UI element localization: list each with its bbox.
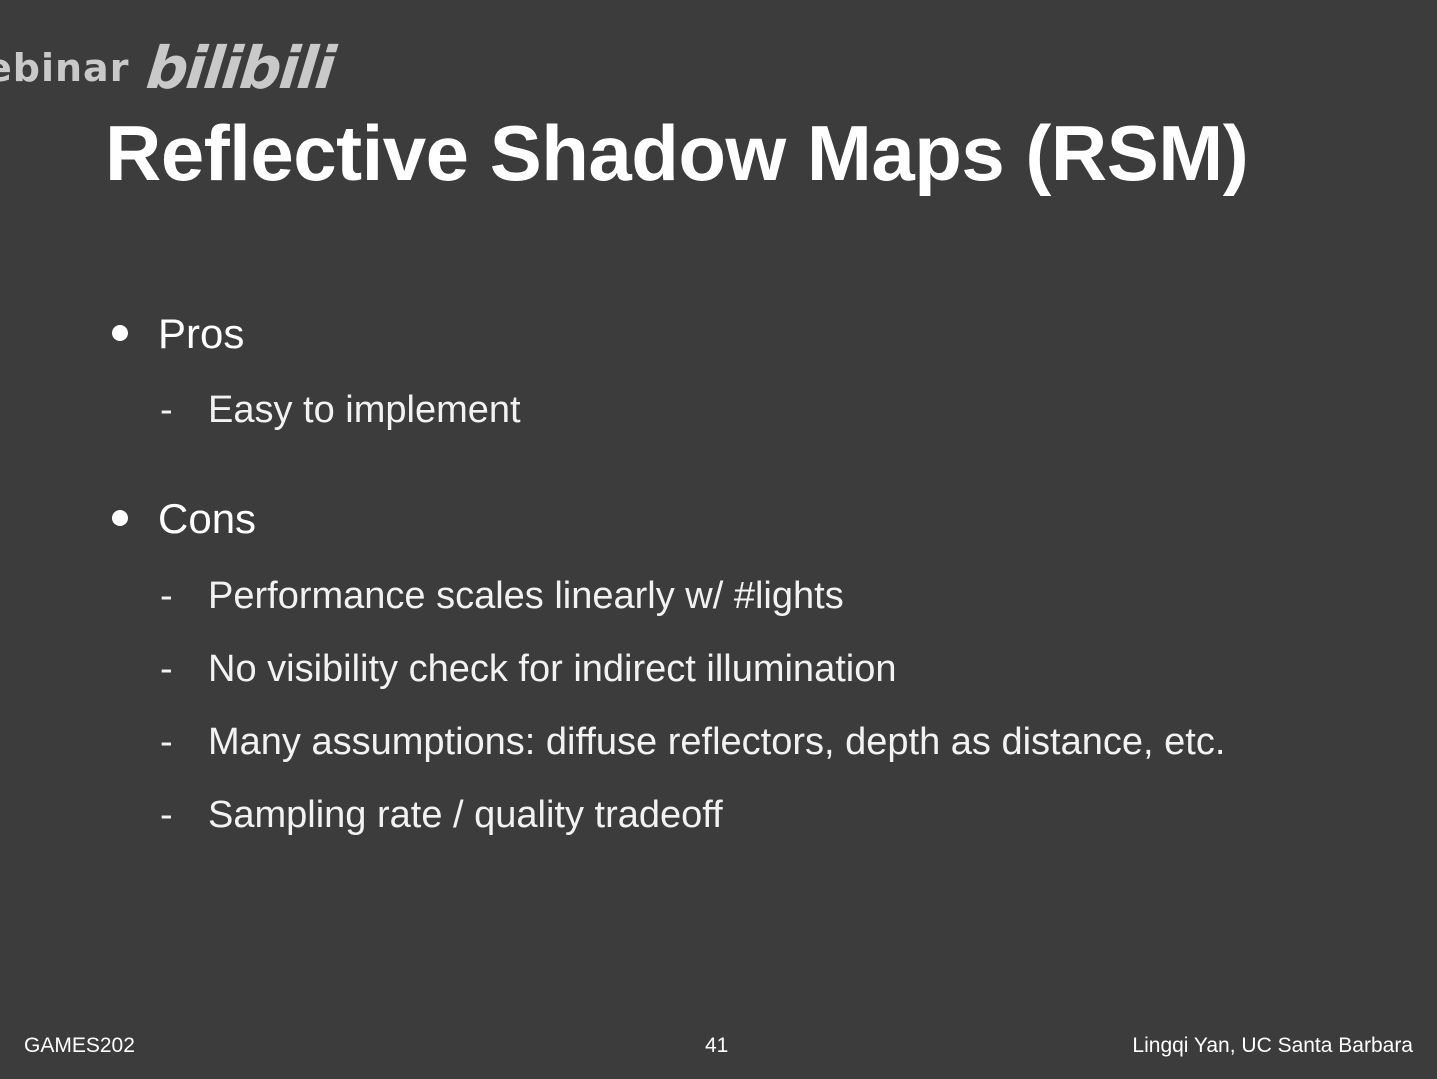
footer-page-number: 41 (705, 1034, 729, 1057)
dash-marker: - (160, 794, 173, 836)
sub-item: - No visibility check for indirect illumi… (160, 648, 896, 691)
footer-author: Lingqi Yan, UC Santa Barbara (1132, 1034, 1413, 1057)
sub-item-text: Performance scales linearly w/ #lights (208, 575, 844, 617)
dash-marker: - (160, 575, 173, 617)
bullet-dot-icon (112, 324, 128, 341)
bullet-dot-icon (112, 509, 128, 526)
dash-marker: - (160, 389, 173, 431)
bullet-cons: Cons (112, 495, 256, 543)
bilibili-logo-icon: bilibili (143, 33, 338, 102)
dash-marker: - (160, 648, 173, 690)
footer-course: GAMES202 (24, 1034, 135, 1057)
slide-title: Reflective Shadow Maps (RSM) (105, 109, 1249, 197)
bilibili-watermark: ebinar bilibili (0, 30, 338, 105)
bullet-pros: Pros (112, 310, 244, 358)
bullet-cons-label: Cons (158, 495, 257, 542)
sub-item-text: Many assumptions: diffuse reflectors, de… (208, 721, 1226, 763)
watermark-text: ebinar (0, 45, 130, 90)
dash-marker: - (160, 721, 173, 763)
sub-item-text: Sampling rate / quality tradeoff (208, 794, 723, 836)
sub-item-text: Easy to implement (208, 389, 521, 431)
sub-item: - Many assumptions: diffuse reflectors, d… (160, 721, 1225, 764)
sub-item-text: No visibility check for indirect illumin… (208, 648, 897, 690)
sub-item: - Sampling rate / quality tradeoff (160, 794, 723, 837)
sub-item: - Performance scales linearly w/ #lights (160, 575, 844, 618)
bullet-pros-label: Pros (158, 310, 245, 357)
sub-item: - Easy to implement (160, 389, 521, 432)
